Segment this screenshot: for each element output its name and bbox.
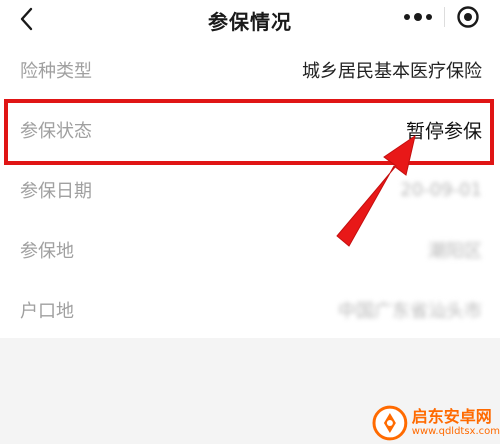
row-value: 潮阳区 (428, 241, 482, 262)
row-value: 中国广东省汕头市 (338, 301, 482, 322)
watermark-url: www.qdldtsx.com (411, 426, 500, 437)
watermark-logo-icon (372, 405, 408, 441)
more-dots-icon (404, 13, 432, 21)
highlight-box (4, 99, 494, 165)
close-button[interactable] (445, 2, 491, 32)
watermark: 启东安卓网 www.qdldtsx.com (372, 402, 500, 444)
mini-program-capsule (392, 2, 492, 32)
insurance-info-list: 险种类型 城乡居民基本医疗保险 参保状态 暂停参保 参保日期 20-09-01 … (0, 40, 500, 340)
target-close-icon (457, 6, 479, 28)
info-row-household-location: 户口地 中国广东省汕头市 (0, 280, 500, 340)
row-label: 参保日期 (20, 181, 92, 202)
info-row-insurance-type: 险种类型 城乡居民基本医疗保险 (0, 40, 500, 100)
row-value: 城乡居民基本医疗保险 (302, 61, 482, 82)
more-button[interactable] (392, 2, 444, 32)
row-value: 20-09-01 (400, 179, 482, 201)
row-label: 参保地 (20, 241, 74, 262)
row-label: 险种类型 (20, 61, 92, 82)
info-row-insurance-location: 参保地 潮阳区 (0, 220, 500, 280)
info-row-insurance-date: 参保日期 20-09-01 (0, 160, 500, 220)
row-label: 户口地 (20, 301, 74, 322)
title-bar: 参保情况 (0, 0, 500, 40)
watermark-title: 启东安卓网 (411, 407, 492, 426)
